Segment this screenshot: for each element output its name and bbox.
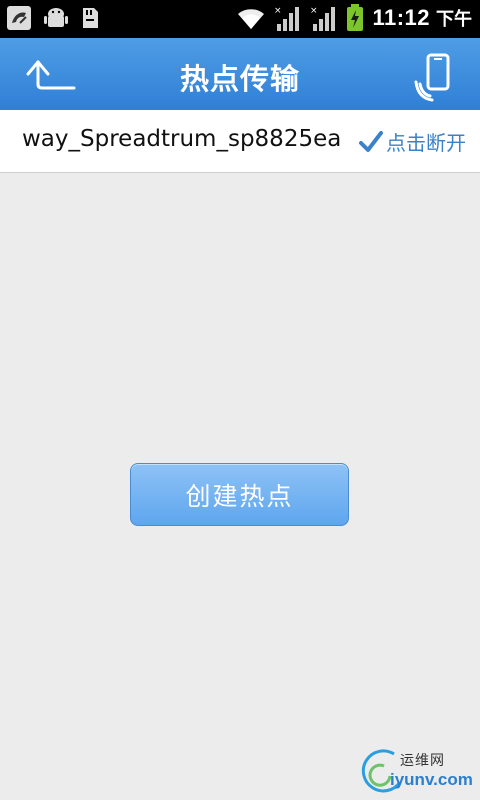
page-title: 热点传输 (179, 62, 300, 96)
disconnect-button[interactable]: 点击断开 (358, 127, 466, 156)
connection-row: way_Spreadtrum_sp8825ea 点击断开 (0, 110, 480, 173)
create-hotspot-button[interactable]: 创建热点 (130, 463, 349, 526)
battery-charging-icon (347, 4, 364, 31)
missed-call-icon (7, 6, 31, 30)
status-right-icons: × × 11:12 下午 (236, 4, 472, 32)
signal-icon: × (310, 6, 336, 31)
wifi-icon (238, 9, 265, 29)
hotspot-ssid: way_Spreadtrum_sp8825ea (22, 126, 342, 152)
sd-card-icon (83, 8, 98, 28)
title-bar: 热点传输 (0, 38, 480, 111)
device-connect-button[interactable] (414, 52, 458, 102)
checkmark-icon (359, 130, 383, 152)
phone-connect-icon (414, 53, 450, 102)
watermark-top-text: 运维网 (400, 753, 445, 769)
watermark: 运维网 iyunv.com (358, 746, 473, 796)
android-debug-icon (44, 8, 68, 27)
svg-text:×: × (310, 6, 318, 16)
status-ampm: 下午 (436, 9, 472, 30)
signal-icon: × (274, 6, 300, 31)
disconnect-label: 点击断开 (386, 131, 466, 155)
status-bar: × × 11:12 下午 (0, 0, 480, 38)
status-time: 11:12 (372, 5, 430, 30)
svg-text:×: × (274, 6, 282, 16)
status-left-icons (6, 5, 100, 31)
watermark-bottom-text: iyunv.com (390, 770, 473, 789)
